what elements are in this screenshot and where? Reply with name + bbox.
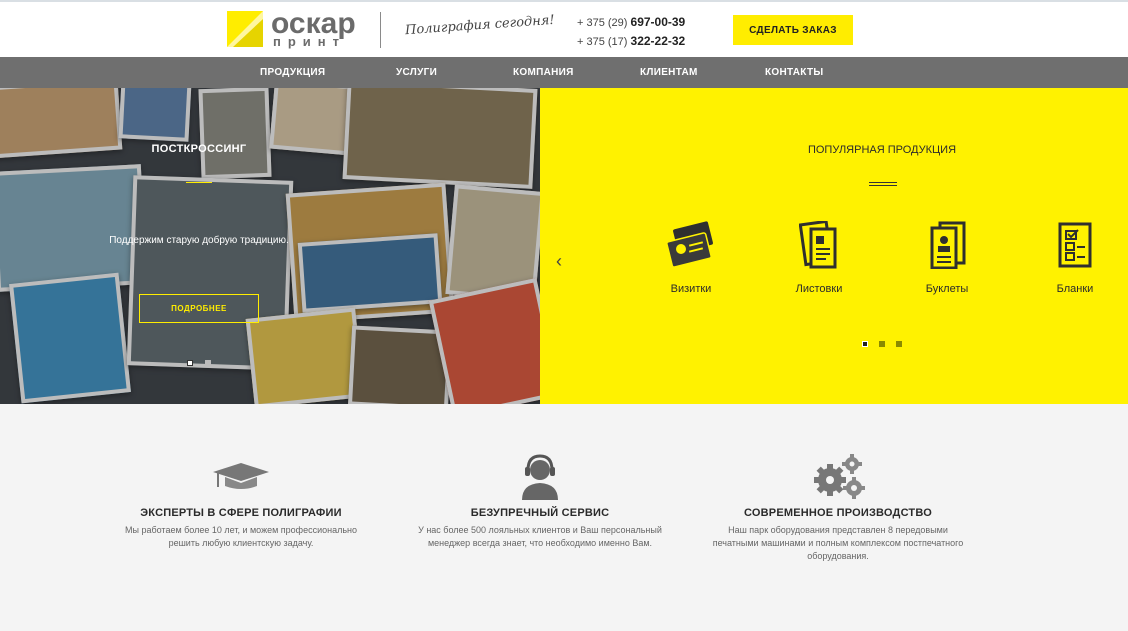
products-dot-3[interactable] xyxy=(896,341,902,347)
popular-title-underline xyxy=(869,182,897,183)
slider-dot-1-active[interactable] xyxy=(187,360,193,366)
logo[interactable]: оскар принт xyxy=(227,7,357,49)
slide-title-underline xyxy=(186,182,212,183)
products-dot-2[interactable] xyxy=(879,341,885,347)
feature-experts: ЭКСПЕРТЫ В СФЕРЕ ПОЛИГРАФИИ Мы работаем … xyxy=(111,454,371,550)
popular-products: ПОПУЛЯРНАЯ ПРОДУКЦИЯ ‹ Визитки Листовки xyxy=(540,88,1128,404)
slogan: Полиграфия сегодня! xyxy=(404,12,556,39)
gears-icon xyxy=(814,454,865,499)
feature-production: СОВРЕМЕННОЕ ПРОИЗВОДСТВО Наш парк оборуд… xyxy=(708,454,968,563)
main-nav: ПРОДУКЦИЯ УСЛУГИ КОМПАНИЯ КЛИЕНТАМ КОНТА… xyxy=(0,57,1128,88)
graduation-cap-icon xyxy=(213,463,269,489)
feature-title: СОВРЕМЕННОЕ ПРОИЗВОДСТВО xyxy=(744,507,932,519)
chevron-left-icon[interactable]: ‹ xyxy=(556,251,562,272)
slide-text: Поддержим старую добрую традицию. xyxy=(109,235,289,246)
slide-overlay xyxy=(0,88,540,404)
slide-title: ПОСТКРОССИНГ xyxy=(151,143,247,155)
business-cards-icon xyxy=(666,221,713,268)
feature-title: ЭКСПЕРТЫ В СФЕРЕ ПОЛИГРАФИИ xyxy=(140,507,342,519)
product-forms[interactable]: Бланки xyxy=(1025,221,1125,295)
popular-title-underline-2 xyxy=(869,185,897,186)
feature-service: БЕЗУПРЕЧНЫЙ СЕРВИС У нас более 500 лояль… xyxy=(410,454,670,550)
nav-item-company[interactable]: КОМПАНИЯ xyxy=(513,57,574,88)
support-operator-icon xyxy=(522,454,558,500)
nav-item-products[interactable]: ПРОДУКЦИЯ xyxy=(260,57,325,88)
product-label: Листовки xyxy=(795,283,843,295)
product-label: Буклеты xyxy=(925,283,969,295)
product-label: Визитки xyxy=(670,283,712,295)
product-label: Бланки xyxy=(1056,283,1094,295)
form-icon xyxy=(1058,222,1092,268)
header-divider xyxy=(380,12,381,48)
booklet-icon xyxy=(930,221,966,269)
product-booklets[interactable]: Буклеты xyxy=(897,221,997,295)
site-header: оскар принт Полиграфия сегодня! + 375 (2… xyxy=(0,0,1128,57)
hero-slider: ПОСТКРОССИНГ Поддержим старую добрую тра… xyxy=(0,88,540,404)
logo-subtext: принт xyxy=(273,34,347,49)
feature-text: Мы работаем более 10 лет, и можем профес… xyxy=(124,525,358,548)
nav-item-contacts[interactable]: КОНТАКТЫ xyxy=(765,57,823,88)
product-leaflets[interactable]: Листовки xyxy=(769,221,869,295)
nav-item-clients[interactable]: КЛИЕНТАМ xyxy=(640,57,698,88)
nav-item-services[interactable]: УСЛУГИ xyxy=(396,57,437,88)
products-dot-1-active[interactable] xyxy=(862,341,868,347)
more-button[interactable]: ПОДРОБНЕЕ xyxy=(139,294,259,323)
slider-dot-2[interactable] xyxy=(205,360,211,366)
leaflet-icon xyxy=(799,221,837,269)
phone-block: + 375 (29) 697-00-39 + 375 (17) 322-22-3… xyxy=(577,13,685,51)
product-business-cards[interactable]: Визитки xyxy=(641,221,741,295)
phone-1[interactable]: + 375 (29) 697-00-39 xyxy=(577,13,685,32)
feature-text: Наш парк оборудования представлен 8 пере… xyxy=(712,525,964,561)
order-button[interactable]: СДЕЛАТЬ ЗАКАЗ xyxy=(733,15,853,45)
feature-title: БЕЗУПРЕЧНЫЙ СЕРВИС xyxy=(470,507,610,519)
popular-title: ПОПУЛЯРНАЯ ПРОДУКЦИЯ xyxy=(807,144,957,156)
feature-text: У нас более 500 лояльных клиентов и Ваш … xyxy=(418,525,662,548)
logo-mark-icon xyxy=(227,11,263,47)
phone-2[interactable]: + 375 (17) 322-22-32 xyxy=(577,32,685,51)
